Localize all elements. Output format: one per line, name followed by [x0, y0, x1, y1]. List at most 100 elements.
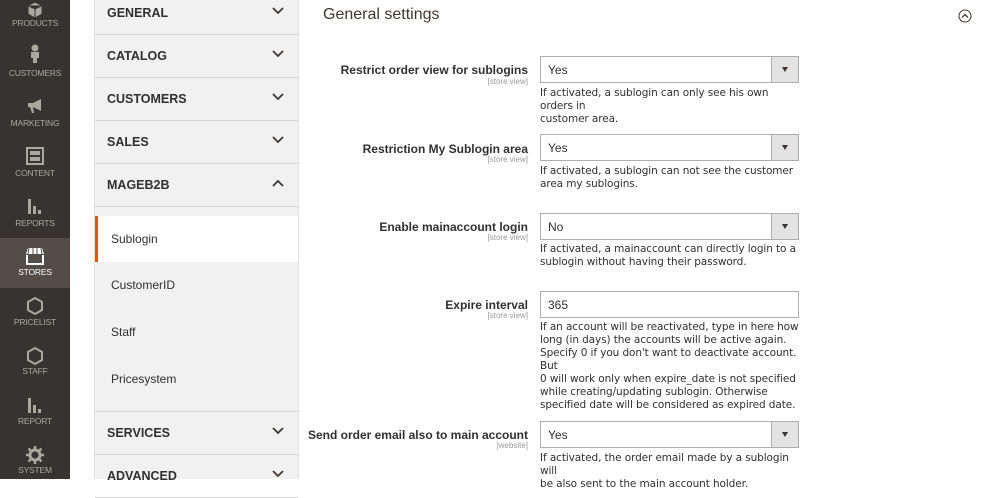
nav-item-system[interactable]: SYSTEM [0, 440, 70, 490]
select-value: Yes [548, 141, 568, 155]
note-line: 0 will work only when expire_date is not… [540, 373, 796, 385]
field-label-send-order-email: Send order email also to main account [307, 428, 528, 442]
nav-item-reports[interactable]: REPORTS [0, 190, 70, 240]
submenu-item-label: CustomerID [111, 278, 176, 292]
expire-interval-input[interactable]: 365 [540, 291, 799, 318]
nav-item-stores[interactable]: STORES [0, 238, 70, 288]
scope-label: [store view] [487, 155, 528, 164]
send-order-email-select[interactable]: Yes [540, 421, 799, 448]
nav-item-staff[interactable]: STAFF [0, 340, 70, 390]
note-line: be also sent to the main account holder. [540, 478, 749, 490]
mageb2b-submenu: Sublogin CustomerID Staff Pricesystem [95, 207, 298, 412]
cube-icon [27, 1, 43, 19]
config-group-catalog[interactable]: CATALOG [95, 35, 298, 78]
note-line: If an account will be reactivated, type … [540, 321, 799, 333]
submenu-item-sublogin[interactable]: Sublogin [95, 216, 298, 262]
chevron-down-icon [272, 93, 284, 101]
nav-item-customers[interactable]: CUSTOMERS [0, 40, 70, 90]
config-group-label: SERVICES [107, 426, 170, 440]
config-group-label: ADVANCED [107, 469, 177, 483]
submenu-item-customerid[interactable]: CustomerID [95, 262, 298, 308]
nav-item-marketing[interactable]: MARKETING [0, 90, 70, 140]
note-line: If activated, a sublogin can not see the… [540, 165, 793, 177]
config-main: General settings Restrict order view for… [299, 0, 1000, 490]
note-line: long (in days) the accounts will be acti… [540, 334, 787, 346]
nav-item-content[interactable]: CONTENT [0, 140, 70, 190]
section-title[interactable]: General settings [323, 6, 440, 24]
scope-label: [store view] [487, 233, 528, 242]
hexagon-icon [27, 296, 43, 316]
triangle-down-icon [782, 67, 788, 72]
gear-icon [26, 446, 44, 464]
scope-label: [store view] [487, 311, 528, 320]
triangle-down-icon [782, 145, 788, 150]
chevron-up-icon [272, 179, 284, 187]
chevron-down-icon [272, 136, 284, 144]
config-group-label: CUSTOMERS [107, 92, 187, 106]
config-sidebar: GENERAL CATALOG CUSTOMERS SALES MAGEB2B … [94, 0, 299, 498]
nav-label-system: SYSTEM [18, 465, 52, 475]
field-note: If activated, a sublogin can only see hi… [540, 87, 802, 126]
restrict-order-view-select[interactable]: Yes [540, 56, 799, 83]
config-group-sales[interactable]: SALES [95, 121, 298, 164]
note-line: customer area. [540, 113, 619, 125]
note-line: while creating/updating sublogin. Otherw… [540, 386, 768, 398]
note-line: area my sublogins. [540, 178, 638, 190]
submenu-item-label: Staff [111, 325, 136, 339]
chevron-down-icon [272, 470, 284, 478]
bar-chart-icon [28, 398, 41, 413]
select-arrow-button[interactable] [771, 135, 798, 160]
layout-icon [26, 147, 44, 165]
note-line: If activated, the order email made by a … [540, 452, 789, 477]
select-arrow-button[interactable] [771, 214, 798, 239]
note-line: If activated, a mainaccount can directly… [540, 243, 796, 255]
field-note: If activated, the order email made by a … [540, 452, 802, 491]
config-group-mageb2b[interactable]: MAGEB2B [95, 164, 298, 207]
select-value: Yes [548, 428, 568, 442]
field-note: If activated, a mainaccount can directly… [540, 243, 802, 269]
config-group-advanced[interactable]: ADVANCED [95, 455, 298, 498]
config-group-label: GENERAL [107, 6, 169, 20]
chevron-down-icon [272, 50, 284, 58]
config-group-label: CATALOG [107, 49, 167, 63]
config-group-label: MAGEB2B [107, 178, 170, 192]
field-note: If activated, a sublogin can not see the… [540, 165, 802, 191]
nav-item-pricelist[interactable]: PRICELIST [0, 290, 70, 340]
note-line: Specify 0 if you don't want to deactivat… [540, 347, 797, 372]
nav-label-report: REPORT [17, 416, 53, 426]
submenu-item-label: Pricesystem [111, 372, 177, 386]
hexagon-icon [27, 346, 43, 366]
collapse-section-icon[interactable] [958, 9, 972, 23]
submenu-item-staff[interactable]: Staff [95, 309, 298, 355]
nav-label-reports: REPORTS [15, 218, 55, 228]
nav-item-report[interactable]: REPORT [0, 390, 70, 440]
config-group-general[interactable]: GENERAL [95, 0, 298, 35]
nav-label-staff: STAFF [22, 366, 48, 376]
field-label-expire-interval: Expire interval [445, 298, 528, 312]
nav-label-customers: CUSTOMERS [8, 68, 62, 78]
nav-label-pricelist: PRICELIST [13, 317, 57, 327]
config-group-services[interactable]: SERVICES [95, 412, 298, 455]
select-arrow-button[interactable] [771, 422, 798, 447]
nav-label-products: PRODUCTS [11, 18, 59, 28]
store-icon [26, 247, 44, 265]
select-value: No [548, 220, 564, 234]
submenu-item-label: Sublogin [111, 232, 158, 246]
note-line: If activated, a sublogin can only see hi… [540, 87, 769, 112]
enable-mainaccount-login-select[interactable]: No [540, 213, 799, 240]
select-arrow-button[interactable] [771, 57, 798, 82]
megaphone-icon [28, 99, 41, 113]
restriction-my-sublogin-select[interactable]: Yes [540, 134, 799, 161]
nav-label-stores: STORES [18, 267, 52, 277]
config-group-customers[interactable]: CUSTOMERS [95, 78, 298, 121]
note-line: sublogin without having their password. [540, 256, 747, 268]
nav-label-marketing: MARKETING [10, 118, 60, 128]
nav-item-products[interactable]: PRODUCTS [0, 0, 70, 30]
field-label-restrict-order-view: Restrict order view for sublogins [340, 63, 528, 77]
bar-chart-icon [28, 199, 41, 214]
chevron-down-icon [272, 427, 284, 435]
nav-label-content: CONTENT [15, 168, 55, 178]
field-label-restriction-my-sublogin: Restriction My Sublogin area [362, 142, 528, 156]
field-note: If an account will be reactivated, type … [540, 321, 802, 412]
submenu-item-pricesystem[interactable]: Pricesystem [95, 356, 298, 402]
